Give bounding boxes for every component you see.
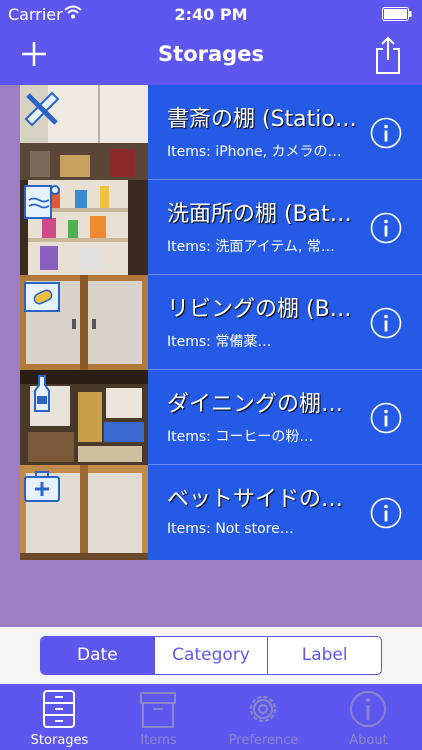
storage-items: Items: コーヒーの粉… [167, 429, 314, 445]
tab-label: Preference [228, 733, 299, 748]
tab-label: Items [140, 733, 177, 748]
page-title: Storages [158, 42, 264, 66]
storage-items: Items: 常備薬… [167, 334, 272, 350]
first-aid-kit-icon [24, 471, 60, 502]
storage-name: 書斎の棚 (Statio… [167, 107, 357, 132]
navigation-bar: Storages [0, 30, 422, 85]
storage-name: 洗面所の棚 (Bat… [167, 202, 352, 227]
storage-row[interactable]: リビングの棚 (B… Items: 常備薬… [20, 275, 422, 370]
tab-storages[interactable]: Storages [7, 684, 112, 750]
storage-row[interactable]: 洗面所の棚 (Bat… Items: 洗面アイテム, 常… [20, 180, 422, 275]
share-icon[interactable] [374, 35, 402, 75]
storage-name: ダイニングの棚… [167, 392, 344, 417]
tab-about[interactable]: About [316, 684, 421, 750]
tab-preference[interactable]: Preference [211, 684, 316, 750]
info-icon[interactable] [370, 307, 402, 339]
bandage-icon [24, 282, 60, 312]
storage-items: Items: Not store… [167, 521, 294, 537]
bottle-icon [34, 375, 50, 412]
tab-items[interactable]: Items [106, 684, 211, 750]
storage-row[interactable]: ダイニングの棚… Items: コーヒーの粉… [20, 370, 422, 465]
storage-name: ベットサイドの… [167, 487, 344, 512]
storage-items: Items: 洗面アイテム, 常… [167, 239, 335, 255]
sort-segmented-control: Date Category Label [40, 636, 382, 675]
sort-category-segment[interactable]: Category [153, 637, 268, 674]
info-icon[interactable] [370, 497, 402, 529]
tab-bar: Storages Items Preference About [0, 684, 422, 750]
info-icon[interactable] [370, 212, 402, 244]
info-icon [350, 691, 386, 727]
gear-icon [250, 696, 276, 722]
sort-label-segment[interactable]: Label [267, 637, 381, 674]
storage-row[interactable]: ベットサイドの… Items: Not store… [20, 465, 422, 560]
ruler-pencil-icon [24, 91, 60, 127]
sort-toolbar: Date Category Label [0, 627, 422, 684]
info-icon[interactable] [370, 117, 402, 149]
status-bar: Carrier 2:40 PM [0, 0, 422, 30]
tab-label: About [349, 733, 388, 748]
sort-date-segment[interactable]: Date [41, 637, 154, 674]
storage-items: Items: iPhone, カメラの… [167, 144, 342, 160]
tab-label: Storages [30, 733, 89, 748]
status-time: 2:40 PM [174, 5, 248, 24]
bath-towel-icon [24, 185, 60, 219]
storage-name: リビングの棚 (B… [167, 297, 352, 322]
box-icon [140, 692, 176, 728]
storage-row[interactable]: 書斎の棚 (Statio… Items: iPhone, カメラの… [20, 85, 422, 180]
storage-list: 書斎の棚 (Statio… Items: iPhone, カメラの… 洗面所の棚… [20, 85, 422, 560]
battery-icon [382, 7, 412, 21]
info-icon[interactable] [370, 402, 402, 434]
drawers-icon [43, 690, 75, 728]
